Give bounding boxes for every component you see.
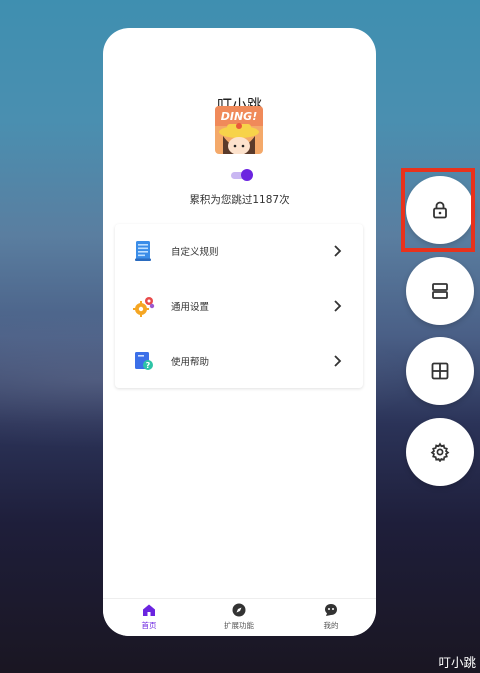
menu-item-label: 自定义规则: [171, 247, 219, 258]
chevron-right-icon: [333, 353, 343, 367]
avatar-logo-text: DING!: [221, 110, 257, 123]
document-blue-icon: [133, 240, 153, 262]
app-avatar: DING!: [215, 106, 263, 154]
highlight-box: [401, 168, 475, 252]
help-book-icon: ?: [133, 350, 153, 372]
chevron-right-icon: [333, 243, 343, 257]
grid-button[interactable]: [406, 337, 474, 405]
menu-item-label: 通用设置: [171, 302, 210, 313]
settings-gear-icon: [430, 442, 450, 462]
toggle-knob: [241, 169, 253, 181]
tab-label: 我的: [323, 621, 339, 630]
split-view-button[interactable]: [406, 257, 474, 325]
tab-label: 首页: [141, 621, 157, 630]
gears-icon: [133, 295, 155, 317]
menu-item-custom-rules[interactable]: 自定义规则: [115, 224, 363, 278]
bottom-tab-bar: 首页 扩展功能 我的: [103, 598, 376, 636]
tab-extensions[interactable]: 扩展功能: [209, 603, 269, 635]
skip-count-text: 累积为您跳过1187次: [189, 194, 290, 206]
chevron-right-icon: [333, 298, 343, 312]
chat-face-icon: [325, 604, 337, 616]
home-icon: [143, 604, 155, 616]
svg-text:?: ?: [146, 361, 151, 370]
app-window: 叮小跳 DING! 累积为您跳过1187次 自定义规则 通用设置 ? 使用帮助 …: [103, 28, 376, 636]
compass-icon: [232, 603, 246, 617]
split-view-icon: [432, 283, 448, 299]
menu-item-label: 使用帮助: [171, 357, 210, 368]
menu-card: 自定义规则 通用设置 ? 使用帮助: [115, 224, 363, 388]
grid-icon: [431, 362, 449, 380]
menu-item-general-settings[interactable]: 通用设置: [115, 279, 363, 333]
watermark-text: 叮小跳: [438, 655, 476, 670]
tab-label: 扩展功能: [224, 621, 254, 630]
menu-item-help[interactable]: ? 使用帮助: [115, 334, 363, 388]
tab-mine[interactable]: 我的: [301, 603, 361, 635]
skip-toggle[interactable]: [231, 169, 253, 181]
tab-home[interactable]: 首页: [119, 603, 179, 635]
settings-button[interactable]: [406, 418, 474, 486]
